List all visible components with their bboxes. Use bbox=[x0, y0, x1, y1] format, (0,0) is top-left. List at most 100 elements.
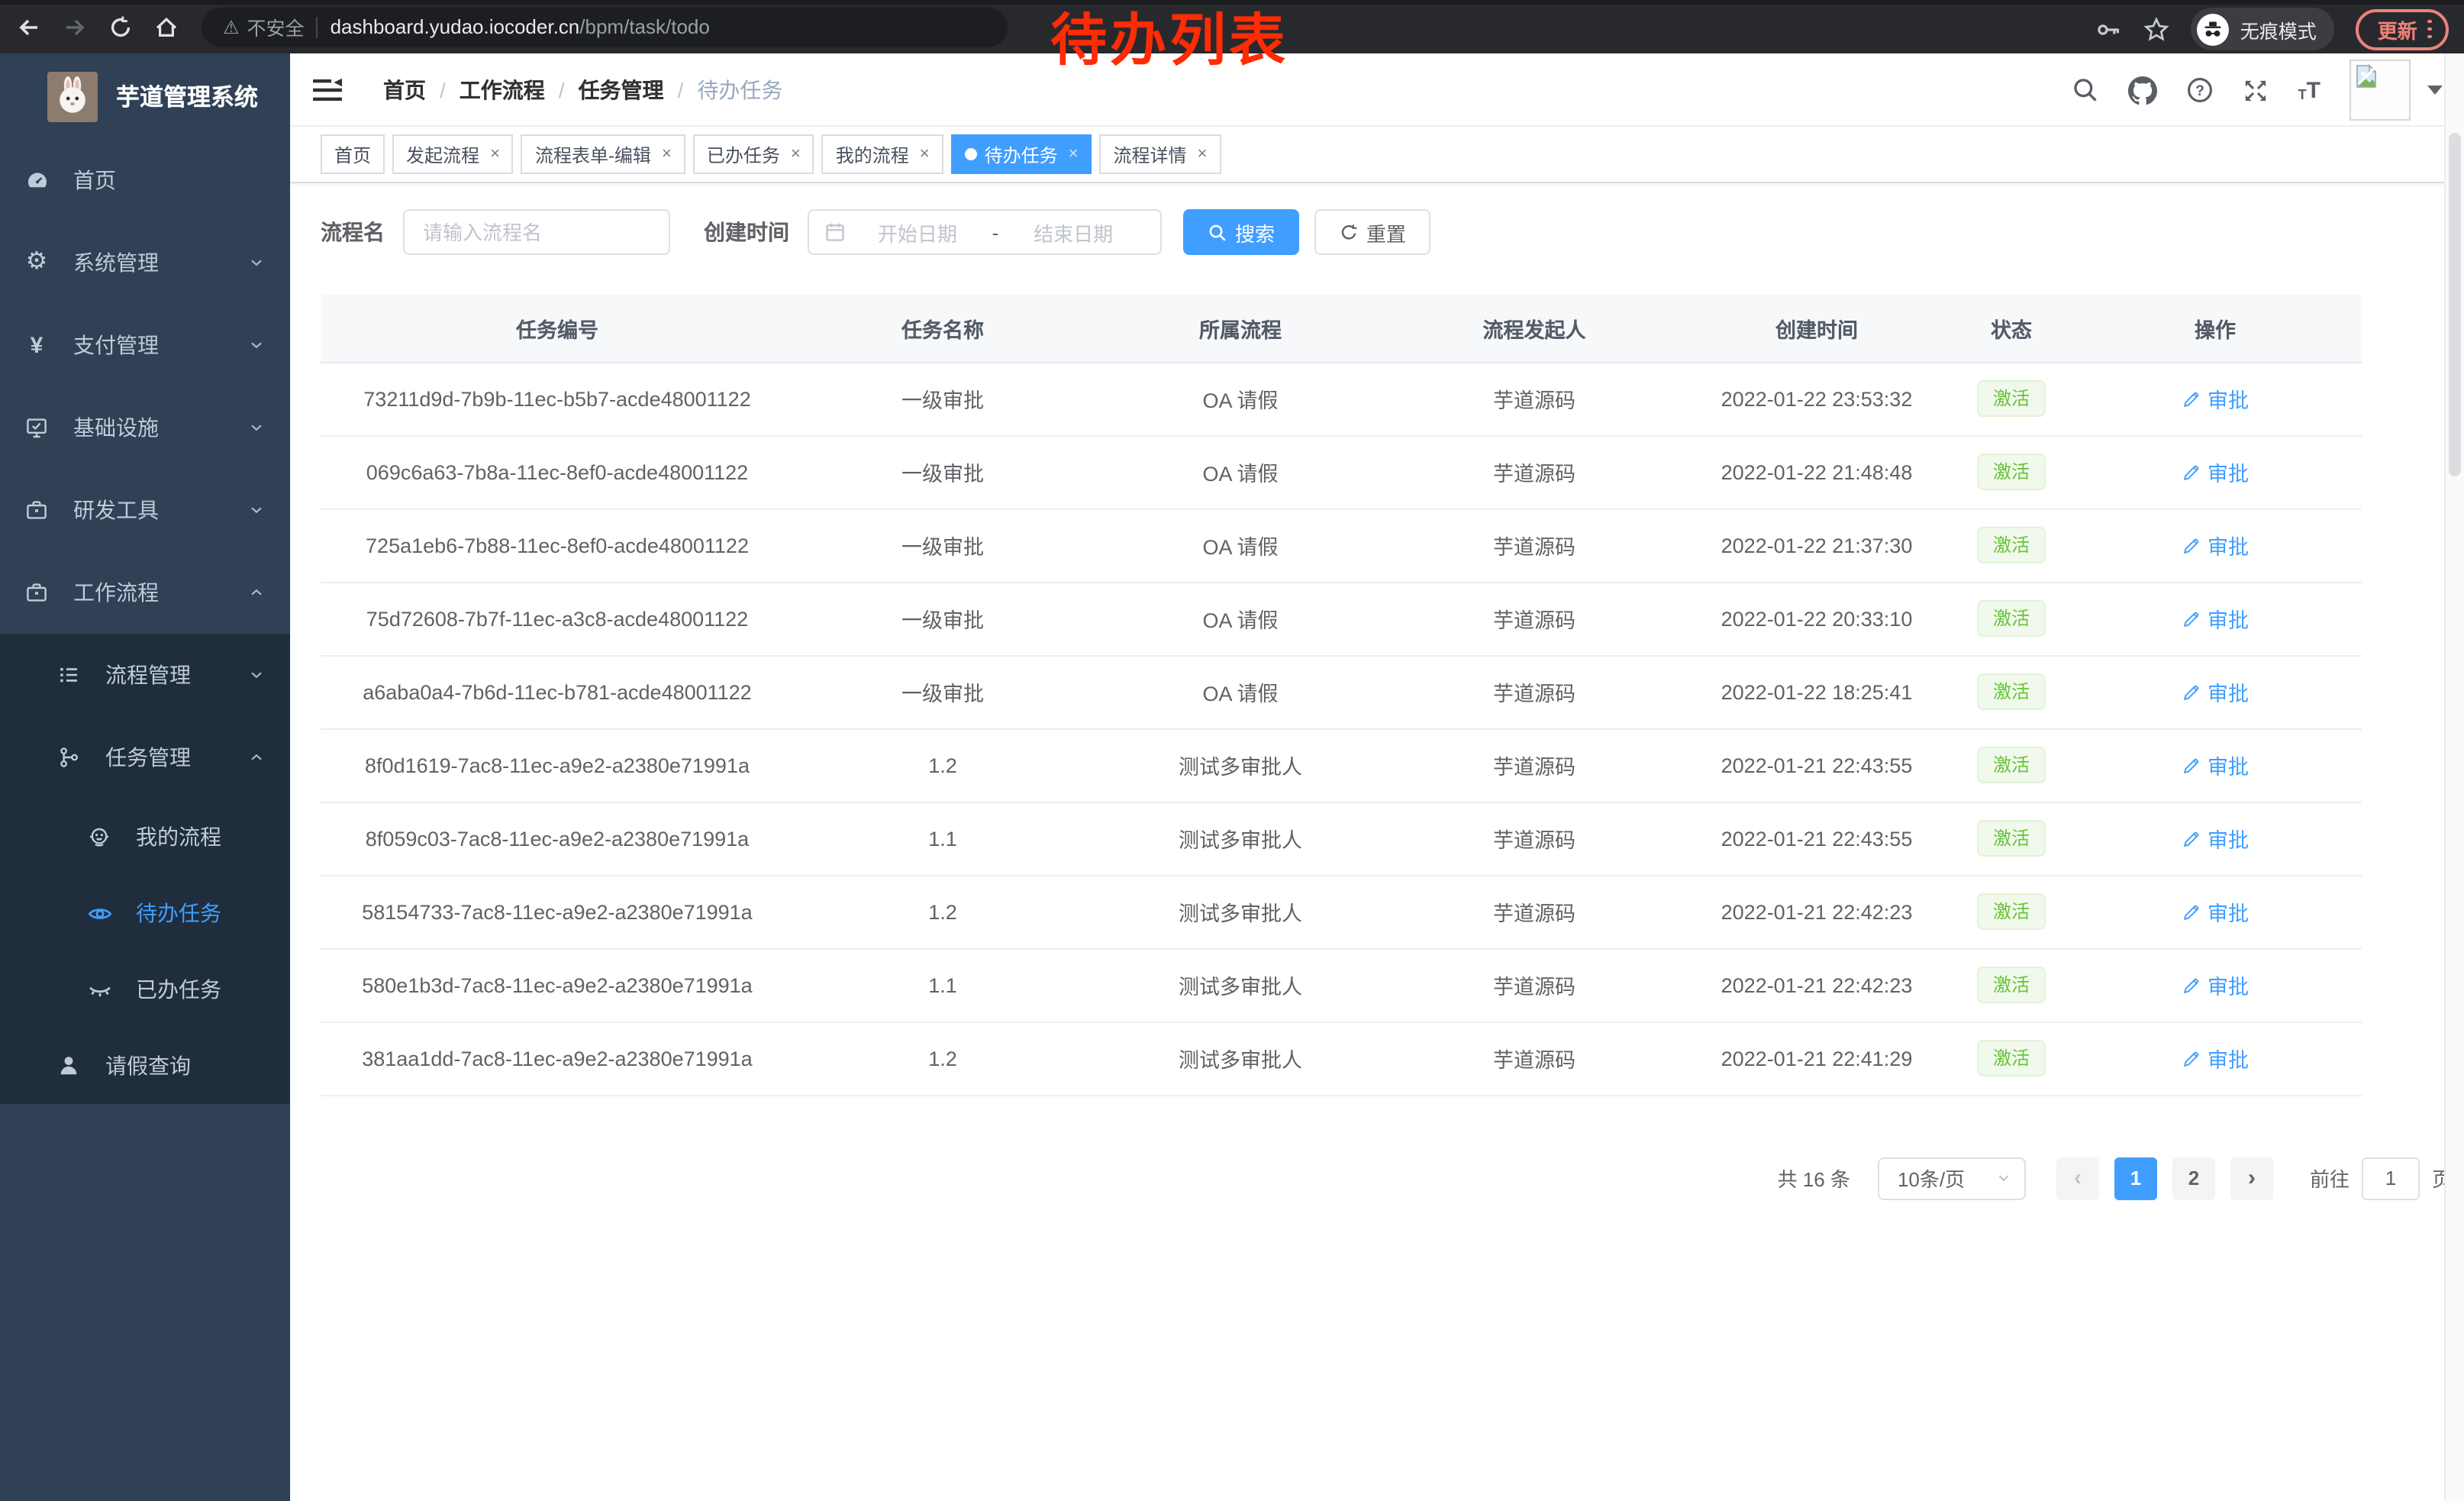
sidebar-collapse-icon[interactable] bbox=[313, 77, 343, 102]
approve-link[interactable]: 审批 bbox=[2182, 896, 2249, 927]
page-size-select[interactable]: 10条/页 bbox=[1878, 1157, 2026, 1199]
scrollbar-track[interactable] bbox=[2444, 53, 2464, 1501]
sidebar-item-todo-tasks[interactable]: 待办任务 bbox=[0, 875, 290, 951]
approve-link[interactable]: 审批 bbox=[2182, 970, 2249, 1000]
edit-pencil-icon bbox=[2182, 682, 2201, 702]
sidebar-item-leave-query[interactable]: 请假查询 bbox=[0, 1028, 290, 1104]
status-badge: 激活 bbox=[1978, 600, 2045, 637]
tab-home[interactable]: 首页 bbox=[321, 134, 385, 174]
sidebar-item-workflow[interactable]: 工作流程 bbox=[0, 551, 290, 634]
top-navbar: 首页 / 工作流程 / 任务管理 / 待办任务 ? bbox=[290, 53, 2464, 127]
prev-page-button[interactable]: ‹ bbox=[2056, 1157, 2099, 1199]
chrome-update-button[interactable]: 更新 bbox=[2356, 8, 2449, 50]
approve-link[interactable]: 审批 bbox=[2182, 1043, 2249, 1073]
close-icon[interactable]: × bbox=[1069, 145, 1079, 163]
breadcrumb-home[interactable]: 首页 bbox=[383, 74, 426, 105]
sidebar-item-task-mgmt[interactable]: 任务管理 bbox=[0, 716, 290, 799]
chevron-down-icon bbox=[1995, 1170, 2012, 1186]
breadcrumb-workflow[interactable]: 工作流程 bbox=[460, 74, 545, 105]
sidebar-item-home[interactable]: 首页 bbox=[0, 139, 290, 221]
reset-button[interactable]: 重置 bbox=[1314, 209, 1430, 255]
edit-pencil-icon bbox=[2182, 828, 2201, 848]
cell-task-name: 1.2 bbox=[794, 1022, 1092, 1095]
table-row: 069c6a63-7b8a-11ec-8ef0-acde48001122一级审批… bbox=[321, 435, 2362, 508]
edit-pencil-icon bbox=[2182, 608, 2201, 628]
process-name-label: 流程名 bbox=[321, 217, 385, 247]
search-button[interactable]: 搜索 bbox=[1183, 209, 1299, 255]
close-icon[interactable]: × bbox=[490, 145, 500, 163]
reload-icon[interactable] bbox=[107, 14, 133, 40]
table-row: 75d72608-7b7f-11ec-a3c8-acde48001122一级审批… bbox=[321, 582, 2362, 655]
avatar[interactable] bbox=[2350, 60, 2411, 121]
date-range-picker[interactable]: 开始日期 - 结束日期 bbox=[808, 209, 1162, 255]
back-icon[interactable] bbox=[15, 14, 41, 40]
col-task-id: 任务编号 bbox=[321, 295, 794, 362]
approve-link[interactable]: 审批 bbox=[2182, 383, 2249, 414]
approve-link[interactable]: 审批 bbox=[2182, 823, 2249, 854]
sidebar-item-label: 流程管理 bbox=[105, 660, 191, 690]
chrome-menu-icon[interactable] bbox=[2428, 19, 2432, 39]
status-badge: 激活 bbox=[1978, 454, 2045, 490]
sidebar-item-process-mgmt[interactable]: 流程管理 bbox=[0, 634, 290, 716]
breadcrumb-task-mgmt[interactable]: 任务管理 bbox=[579, 74, 664, 105]
col-create-time: 创建时间 bbox=[1679, 295, 1954, 362]
approve-link[interactable]: 审批 bbox=[2182, 457, 2249, 487]
table-row: 58154733-7ac8-11ec-a9e2-a2380e71991a1.2测… bbox=[321, 875, 2362, 948]
close-icon[interactable]: × bbox=[920, 145, 930, 163]
approve-link[interactable]: 审批 bbox=[2182, 603, 2249, 634]
tab-process-detail[interactable]: 流程详情× bbox=[1100, 134, 1221, 174]
status-badge: 激活 bbox=[1978, 527, 2045, 563]
app-logo-row[interactable]: 芋道管理系统 bbox=[0, 53, 290, 139]
fullscreen-icon[interactable] bbox=[2243, 77, 2269, 103]
search-icon[interactable] bbox=[2072, 76, 2100, 104]
col-task-name: 任务名称 bbox=[794, 295, 1092, 362]
github-icon[interactable] bbox=[2129, 76, 2158, 105]
sidebar-item-done-tasks[interactable]: 已办任务 bbox=[0, 951, 290, 1028]
cell-create-time: 2022-01-22 21:37:30 bbox=[1679, 508, 1954, 582]
page-button-1[interactable]: 1 bbox=[2114, 1157, 2157, 1199]
approve-link[interactable]: 审批 bbox=[2182, 676, 2249, 707]
approve-link[interactable]: 审批 bbox=[2182, 750, 2249, 780]
sidebar-item-system[interactable]: ⚙ 系统管理 bbox=[0, 221, 290, 304]
sidebar-item-dev-tools[interactable]: 研发工具 bbox=[0, 469, 290, 551]
tab-start-process[interactable]: 发起流程× bbox=[392, 134, 514, 174]
cell-starter: 芋道源码 bbox=[1389, 435, 1679, 508]
close-icon[interactable]: × bbox=[1198, 145, 1208, 163]
avatar-dropdown-caret[interactable] bbox=[2427, 86, 2443, 95]
edit-pencil-icon bbox=[2182, 389, 2201, 408]
cell-task-name: 1.1 bbox=[794, 802, 1092, 875]
table-row: a6aba0a4-7b6d-11ec-b781-acde48001122一级审批… bbox=[321, 655, 2362, 728]
close-icon[interactable]: × bbox=[791, 145, 801, 163]
key-icon[interactable] bbox=[2097, 16, 2123, 42]
sidebar-item-infrastructure[interactable]: 基础设施 bbox=[0, 386, 290, 469]
scrollbar-thumb[interactable] bbox=[2449, 133, 2461, 476]
calendar-icon bbox=[824, 221, 846, 243]
tab-done-tasks[interactable]: 已办任务× bbox=[693, 134, 814, 174]
goto-page-input[interactable] bbox=[2362, 1157, 2420, 1199]
create-time-label: 创建时间 bbox=[704, 217, 789, 247]
next-page-button[interactable]: › bbox=[2230, 1157, 2273, 1199]
cell-starter: 芋道源码 bbox=[1389, 1022, 1679, 1095]
close-icon[interactable]: × bbox=[662, 145, 672, 163]
app-title: 芋道管理系统 bbox=[116, 79, 258, 113]
tab-my-process[interactable]: 我的流程× bbox=[822, 134, 943, 174]
address-bar[interactable]: ⚠ 不安全 dashboard.yudao.iocoder.cn/bpm/tas… bbox=[202, 7, 1008, 47]
bookmark-star-icon[interactable] bbox=[2144, 16, 2170, 42]
home-icon[interactable] bbox=[153, 14, 179, 40]
monitor-icon bbox=[23, 415, 50, 440]
chevron-down-icon bbox=[247, 418, 266, 437]
sidebar-item-payment[interactable]: ¥ 支付管理 bbox=[0, 304, 290, 386]
sidebar-item-my-process[interactable]: 我的流程 bbox=[0, 799, 290, 875]
page-button-2[interactable]: 2 bbox=[2172, 1157, 2215, 1199]
forward-icon[interactable] bbox=[61, 14, 87, 40]
process-name-input[interactable] bbox=[403, 209, 670, 255]
font-size-icon[interactable]: TT bbox=[2298, 79, 2320, 102]
tab-form-edit[interactable]: 流程表单-编辑× bbox=[521, 134, 685, 174]
tab-todo-tasks[interactable]: 待办任务× bbox=[951, 134, 1092, 174]
cell-create-time: 2022-01-22 21:48:48 bbox=[1679, 435, 1954, 508]
status-badge: 激活 bbox=[1978, 1040, 2045, 1077]
sidebar-item-label: 请假查询 bbox=[105, 1051, 191, 1081]
approve-link[interactable]: 审批 bbox=[2182, 530, 2249, 560]
svg-text:?: ? bbox=[2196, 83, 2205, 99]
help-icon[interactable]: ? bbox=[2187, 76, 2214, 104]
